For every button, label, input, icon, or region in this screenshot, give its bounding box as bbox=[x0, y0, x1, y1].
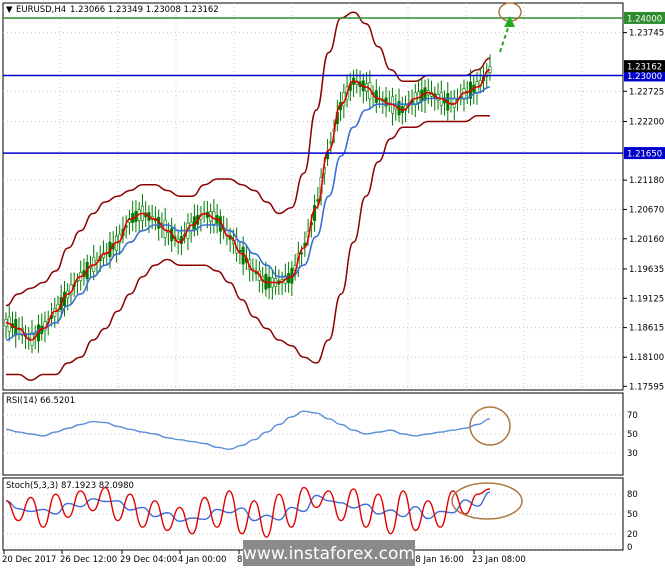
level-label: 1.23000 bbox=[627, 72, 662, 82]
price-tick-label: 1.18615 bbox=[629, 324, 664, 334]
time-tick-label: 29 Dec 04:00 bbox=[120, 555, 177, 565]
rsi-tick-label: 30 bbox=[627, 449, 638, 459]
price-tick-label: 1.19635 bbox=[629, 265, 664, 275]
level-label: 1.21650 bbox=[627, 150, 662, 160]
rsi-axis: 70 50 30 bbox=[627, 411, 638, 459]
time-tick-label: 23 Jan 08:00 bbox=[472, 555, 526, 565]
chart-symbol: EURUSD,H4 bbox=[16, 5, 66, 15]
stoch-tick-label: 50 bbox=[627, 510, 638, 520]
trading-chart[interactable]: 1.24000 1.23000 1.21650 1.23162 ▼ EURUSD,H4… bbox=[0, 0, 665, 568]
price-tick-label: 1.22725 bbox=[629, 87, 664, 97]
price-tick-label: 1.18100 bbox=[629, 353, 664, 363]
price-tick-label: 1.23745 bbox=[629, 29, 664, 39]
price-panel[interactable] bbox=[2, 2, 624, 391]
chart-symbol-arrow-icon: ▼ bbox=[6, 5, 13, 15]
stoch-title: Stoch(5,3,3) 87.1923 82.0980 bbox=[6, 481, 134, 491]
price-tick-label: 1.17595 bbox=[629, 382, 664, 392]
price-tick-label: 1.22200 bbox=[629, 117, 664, 127]
rsi-title: RSI(14) 66.5201 bbox=[6, 396, 75, 406]
level-label: 1.24000 bbox=[627, 14, 662, 24]
stoch-tick-label: 80 bbox=[627, 490, 638, 500]
price-tick-label: 1.21180 bbox=[629, 176, 664, 186]
price-tick-label: 1.20670 bbox=[629, 205, 664, 215]
time-tick-label: 8 bbox=[237, 555, 242, 565]
time-tick-label: 4 Jan 00:00 bbox=[178, 555, 226, 565]
price-axis: 1.23745 1.22725 1.22200 1.21180 1.20670 1.201… bbox=[623, 29, 664, 392]
price-tick-label: 1.19125 bbox=[629, 294, 664, 304]
time-tick-label: 20 Dec 2017 bbox=[2, 555, 56, 565]
rsi-tick-label: 50 bbox=[627, 430, 638, 440]
price-tick-label: 1.20160 bbox=[629, 235, 664, 245]
current-price-label: 1.23162 bbox=[627, 63, 662, 73]
chart-ohlc: 1.23066 1.23349 1.23008 1.23162 bbox=[70, 5, 219, 15]
time-tick-label: 26 Dec 12:00 bbox=[60, 555, 117, 565]
time-tick-label: 18 Jan 16:00 bbox=[410, 555, 464, 565]
rsi-tick-label: 70 bbox=[627, 411, 638, 421]
stoch-axis: 80 50 20 0 bbox=[627, 490, 638, 553]
stoch-tick-label: 0 bbox=[627, 543, 632, 553]
stoch-tick-label: 20 bbox=[627, 530, 638, 540]
watermark-text: www.instaforex.com bbox=[243, 544, 415, 564]
